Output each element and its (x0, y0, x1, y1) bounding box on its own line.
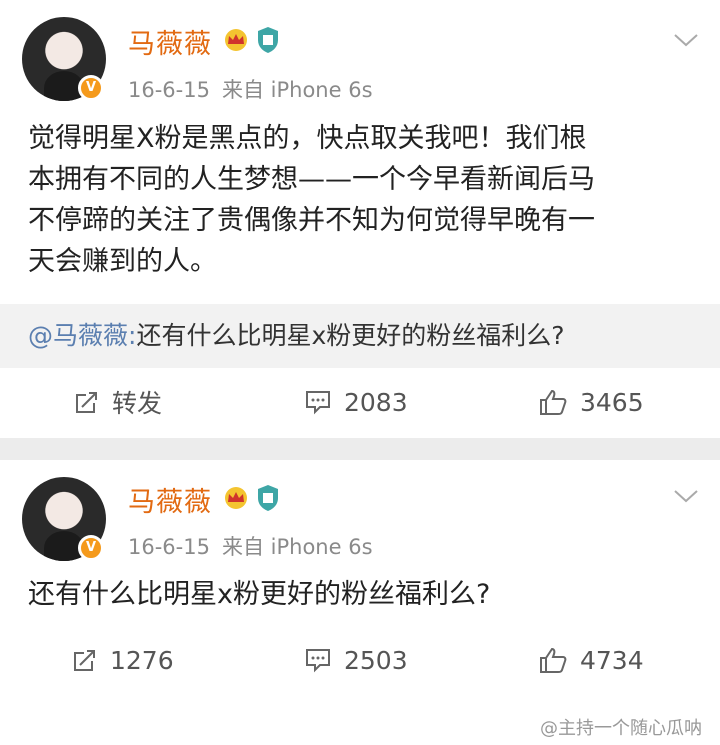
post-text: 觉得明星X粉是黑点的，快点取关我吧！我们根 本拥有不同的人生梦想——一个今早看新… (28, 118, 698, 282)
like-count: 4734 (580, 645, 644, 675)
post-text-line: 天会赚到的人。 (28, 246, 217, 277)
comment-button[interactable]: 2083 (304, 372, 408, 432)
verified-badge: V (78, 535, 104, 561)
user-name[interactable]: 马薇薇 (128, 480, 212, 519)
forward-button[interactable]: 1276 (72, 630, 174, 690)
action-bar: 转发 2083 3465 (0, 372, 720, 432)
post-meta: 16-6-15 来自 iPhone 6s (128, 74, 373, 104)
comment-icon (306, 649, 330, 673)
forward-label: 转发 (112, 389, 163, 418)
post-date: 16-6-15 (128, 535, 210, 559)
like-icon (540, 647, 567, 673)
weibo-post-1: V 马薇薇 16-6-15 来自 iPhone 6s 觉得明星X粉是黑点的，快点取… (0, 0, 720, 438)
forward-icon (76, 392, 97, 413)
crown-icon (225, 29, 247, 51)
comment-icon (306, 391, 330, 415)
post-text-line: 不停蹄的关注了贵偶像并不知为何觉得早晚有一 (28, 205, 595, 236)
post-meta: 16-6-15 来自 iPhone 6s (128, 531, 373, 561)
post-source: 来自 iPhone 6s (221, 78, 373, 102)
shield-icon (258, 27, 278, 53)
chevron-down-icon[interactable] (672, 486, 700, 506)
like-button[interactable]: 3465 (538, 372, 644, 432)
like-button[interactable]: 4734 (538, 630, 644, 690)
comment-count: 2503 (344, 645, 408, 675)
crown-icon (225, 487, 247, 509)
post-text-line: 觉得明星X粉是黑点的，快点取关我吧！我们根 (28, 123, 587, 154)
verified-badge: V (78, 75, 104, 101)
like-icon (540, 389, 567, 415)
reposted-text: 还有什么比明星x粉更好的粉丝福利么? (136, 321, 565, 350)
forward-count: 1276 (110, 645, 174, 675)
mention-link[interactable]: @马薇薇: (28, 321, 136, 350)
reposted-content[interactable]: @马薇薇:还有什么比明星x粉更好的粉丝福利么? (0, 304, 720, 368)
forward-icon (74, 650, 95, 671)
comment-button[interactable]: 2503 (304, 630, 408, 690)
weibo-post-2: V 马薇薇 16-6-15 来自 iPhone 6s 还有什么比明星x粉更好的粉丝… (0, 460, 720, 745)
user-name[interactable]: 马薇薇 (128, 22, 212, 61)
post-text-line: 本拥有不同的人生梦想——一个今早看新闻后马 (28, 164, 595, 195)
post-source: 来自 iPhone 6s (221, 535, 373, 559)
watermark: @主持一个随心瓜呐 (540, 718, 702, 739)
forward-button[interactable]: 转发 (74, 372, 162, 432)
like-count: 3465 (580, 387, 644, 417)
comment-count: 2083 (344, 387, 408, 417)
action-bar: 1276 2503 4734 (0, 630, 720, 690)
chevron-down-icon[interactable] (672, 30, 700, 50)
post-date: 16-6-15 (128, 78, 210, 102)
post-text: 还有什么比明星x粉更好的粉丝福利么? (28, 579, 491, 610)
shield-icon (258, 485, 278, 511)
